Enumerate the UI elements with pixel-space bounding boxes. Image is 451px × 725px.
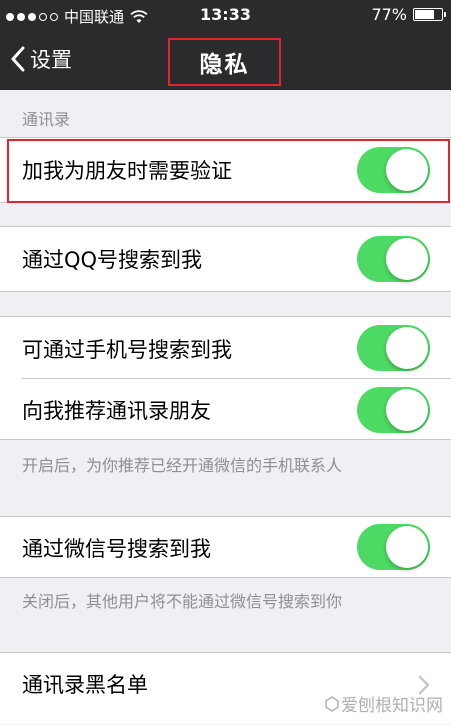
watermark: 爱刨根知识网 <box>325 691 443 716</box>
footer-wechat-id-note: 关闭后，其他用户将不能通过微信号搜索到你 <box>22 592 343 611</box>
page-title: 隐私 <box>199 52 250 78</box>
watermark-logo-icon <box>325 695 339 712</box>
cell-label-blacklist: 通讯录黑名单 <box>22 673 148 697</box>
cell-group-wechat-id: 通过微信号搜索到我 <box>0 516 451 578</box>
cell-search-by-phone: 可通过手机号搜索到我 <box>0 317 451 378</box>
cell-label-recommend-contacts: 向我推荐通讯录朋友 <box>22 399 211 423</box>
cell-label-search-by-phone: 可通过手机号搜索到我 <box>22 338 232 362</box>
chevron-left-icon <box>11 46 25 72</box>
cell-group-qq: 通过QQ号搜索到我 <box>0 226 451 292</box>
navigation-bar: 设置 隐私 <box>0 30 451 90</box>
back-button[interactable]: 设置 <box>10 44 72 74</box>
section-header-contacts: 通讯录 <box>22 110 71 129</box>
cell-group-phone: 可通过手机号搜索到我 向我推荐通讯录朋友 <box>0 316 451 440</box>
cell-group-verify: 加我为朋友时需要验证 <box>0 137 451 203</box>
back-label: 设置 <box>30 48 72 72</box>
toggle-search-by-wechat-id[interactable] <box>357 524 430 570</box>
cell-label-search-by-qq: 通过QQ号搜索到我 <box>22 248 203 272</box>
toggle-search-by-qq[interactable] <box>357 236 430 282</box>
cell-recommend-contacts: 向我推荐通讯录朋友 <box>0 379 451 440</box>
footer-recommend-note: 开启后，为你推荐已经开通微信的手机联系人 <box>22 456 343 475</box>
cell-label-verify-friend: 加我为朋友时需要验证 <box>22 159 232 183</box>
battery-percent: 77% <box>371 5 407 24</box>
title-highlight-box: 隐私 <box>168 38 281 86</box>
toggle-verify-friend[interactable] <box>357 147 430 193</box>
cell-verify-friend: 加我为朋友时需要验证 <box>0 138 451 202</box>
toggle-search-by-phone[interactable] <box>357 325 430 371</box>
watermark-text: 爱刨根知识网 <box>341 696 443 716</box>
status-bar: 中国联通 13:33 77% <box>0 0 451 30</box>
battery-icon <box>413 8 446 21</box>
cell-search-by-qq: 通过QQ号搜索到我 <box>0 227 451 291</box>
cell-search-by-wechat-id: 通过微信号搜索到我 <box>0 517 451 577</box>
toggle-recommend-contacts[interactable] <box>357 387 430 433</box>
status-right: 77% <box>371 5 446 24</box>
cell-label-search-by-wechat-id: 通过微信号搜索到我 <box>22 537 211 561</box>
